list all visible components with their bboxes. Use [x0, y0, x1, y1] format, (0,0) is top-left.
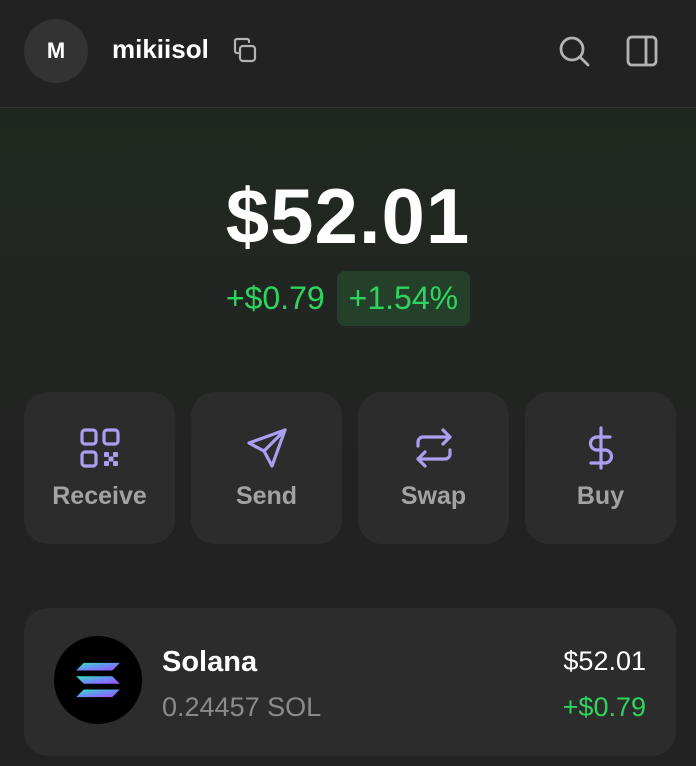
send-button-label: Send	[235, 482, 298, 510]
solana-logo-icon	[54, 636, 142, 724]
receive-button[interactable]: Receive	[24, 392, 175, 544]
swap-button[interactable]: Swap	[358, 392, 509, 544]
token-row-solana[interactable]: Solana 0.24457 SOL $52.01 +$0.79	[24, 608, 676, 756]
token-amount: 0.24457 SOL	[162, 692, 322, 722]
account-username[interactable]: mikiisol	[112, 34, 209, 65]
token-value: $52.01	[563, 646, 646, 676]
balance-change-percent-badge: +1.54%	[336, 271, 471, 326]
balance-change-row: +$0.79 +1.54%	[0, 271, 696, 326]
buy-button[interactable]: Buy	[525, 392, 676, 544]
swap-button-label: Swap	[400, 482, 467, 510]
solana-logo-shape	[76, 662, 120, 698]
token-change: +$0.79	[562, 692, 646, 722]
copy-icon[interactable]	[230, 36, 260, 66]
avatar[interactable]: M	[24, 19, 88, 83]
balance-change-amount: +$0.79	[225, 280, 325, 316]
action-buttons: Receive Send Swap Buy	[24, 392, 676, 544]
sidebar-panel-icon[interactable]	[624, 33, 660, 69]
send-icon	[246, 428, 287, 468]
dollar-icon	[588, 426, 613, 470]
swap-icon	[415, 428, 452, 468]
wallet-main: $52.01 +$0.79 +1.54% Receive Send Swap B…	[0, 109, 696, 766]
qr-code-icon	[79, 428, 120, 468]
receive-button-label: Receive	[52, 482, 147, 510]
token-name: Solana	[162, 646, 258, 678]
total-balance: $52.01	[225, 172, 471, 260]
search-icon[interactable]	[556, 33, 592, 69]
send-button[interactable]: Send	[191, 392, 342, 544]
buy-button-label: Buy	[576, 482, 625, 510]
header-bar: M mikiisol	[0, 0, 696, 108]
